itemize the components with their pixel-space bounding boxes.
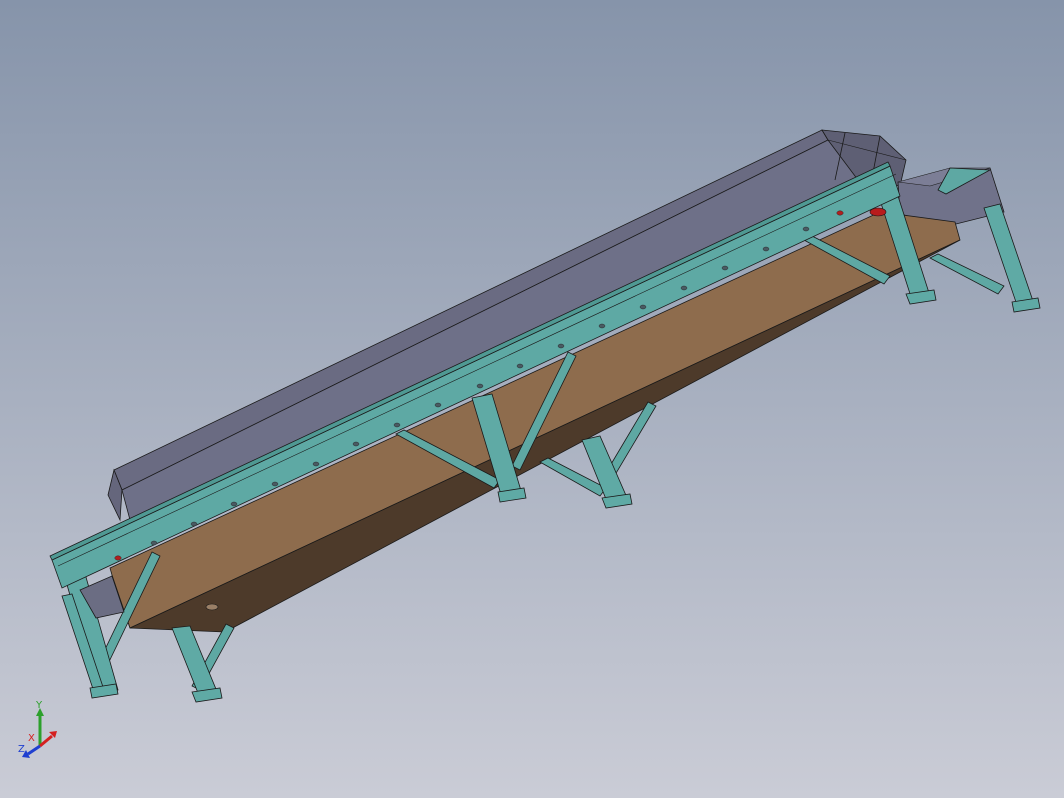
z-axis-line	[27, 744, 41, 756]
x-axis-label: X	[28, 733, 35, 744]
pan-drain-hole	[205, 603, 219, 611]
y-axis-label: Y	[35, 700, 43, 711]
x-axis-line	[39, 734, 53, 748]
z-axis-label: Z	[18, 744, 25, 755]
head-pulley[interactable]	[869, 207, 887, 217]
coordinate-triad: Y X Z	[18, 700, 57, 758]
cad-graphics-area[interactable]: Y X Z	[0, 0, 1064, 798]
conveyor-model[interactable]	[0, 0, 1064, 798]
